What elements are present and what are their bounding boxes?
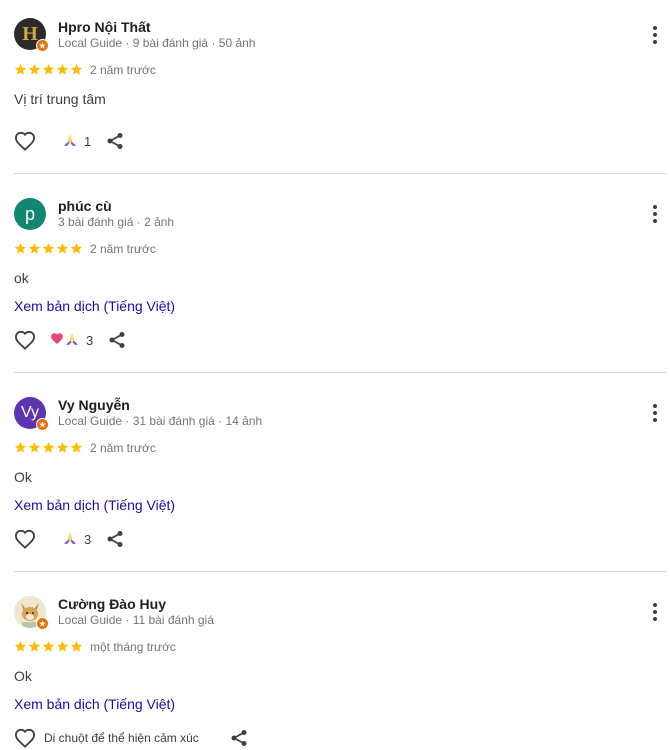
rating-stars <box>14 63 83 76</box>
star-icon <box>70 441 83 453</box>
reviewer-meta: Local Guide · 9 bài đánh giá · 50 ảnh <box>58 36 256 50</box>
heart-reaction-icon <box>50 332 64 348</box>
reaction-summary[interactable]: 1 <box>62 133 91 150</box>
reviewer-meta: Local Guide · 31 bài đánh giá · 14 ảnh <box>58 414 263 428</box>
avatar[interactable]: Vy <box>14 397 49 431</box>
rating-stars <box>14 640 83 653</box>
more-options-icon[interactable] <box>650 204 660 224</box>
reviewer-name[interactable]: Vy Nguyễn <box>58 397 130 413</box>
star-icon <box>56 63 69 75</box>
star-icon <box>14 441 27 453</box>
share-icon[interactable] <box>105 131 125 151</box>
reviewer-name[interactable]: Cường Đào Huy <box>58 596 166 612</box>
reaction-summary[interactable]: 3 <box>62 531 91 548</box>
divider <box>14 173 666 174</box>
star-icon <box>14 242 27 254</box>
star-icon <box>56 242 69 254</box>
avatar-letter: p <box>14 198 46 230</box>
rating-stars <box>14 441 83 454</box>
reviewer-meta: 3 bài đánh giá · 2 ảnh <box>58 215 175 229</box>
like-heart-icon[interactable] <box>14 728 36 748</box>
share-icon[interactable] <box>107 330 127 350</box>
star-icon <box>70 242 83 254</box>
reaction-count: 3 <box>86 332 94 348</box>
reviewer-meta: Local Guide · 11 bài đánh giá <box>58 613 214 627</box>
review-actions: Di chuột để thể hiện cảm xúc <box>14 728 249 748</box>
divider <box>14 372 666 373</box>
translate-link[interactable]: Xem bản dịch (Tiếng Việt) <box>14 298 175 314</box>
translate-link[interactable]: Xem bản dịch (Tiếng Việt) <box>14 696 175 712</box>
star-icon <box>42 441 55 453</box>
avatar[interactable]: p <box>14 198 46 230</box>
review-time: 2 năm trước <box>90 242 156 256</box>
reaction-count: 3 <box>84 531 92 547</box>
translate-link[interactable]: Xem bản dịch (Tiếng Việt) <box>14 497 175 513</box>
avatar[interactable] <box>14 596 49 630</box>
star-icon <box>14 640 27 652</box>
star-icon <box>42 640 55 652</box>
share-icon[interactable] <box>105 529 125 549</box>
reaction-hint: Di chuột để thể hiện cảm xúc <box>44 731 199 745</box>
star-icon <box>70 63 83 75</box>
local-guide-badge-icon <box>36 617 49 630</box>
star-icon <box>42 242 55 254</box>
reaction-count: 1 <box>84 133 92 149</box>
rating-stars <box>14 242 83 255</box>
reviewer-name[interactable]: phúc cù <box>58 198 112 214</box>
reviewer-name[interactable]: Hpro Nội Thất <box>58 19 151 35</box>
review-time: một tháng trước <box>90 640 176 654</box>
praying-hands-icon <box>62 133 78 150</box>
avatar[interactable]: H <box>14 18 49 52</box>
praying-hands-icon <box>62 531 78 548</box>
star-icon <box>56 441 69 453</box>
review-text: Ok <box>14 469 32 485</box>
star-icon <box>28 640 41 652</box>
like-heart-icon[interactable] <box>14 529 36 549</box>
review-text: ok <box>14 270 29 286</box>
star-icon <box>14 63 27 75</box>
local-guide-badge-icon <box>36 418 49 431</box>
star-icon <box>70 640 83 652</box>
review-actions: 1 <box>14 131 125 151</box>
star-icon <box>56 640 69 652</box>
more-options-icon[interactable] <box>650 403 660 423</box>
like-heart-icon[interactable] <box>14 131 36 151</box>
share-icon[interactable] <box>229 728 249 748</box>
reaction-summary[interactable]: 3 <box>50 332 93 349</box>
more-options-icon[interactable] <box>650 602 660 622</box>
star-icon <box>42 63 55 75</box>
star-icon <box>28 441 41 453</box>
review-time: 2 năm trước <box>90 63 156 77</box>
local-guide-badge-icon <box>36 39 49 52</box>
star-icon <box>28 242 41 254</box>
like-heart-icon[interactable] <box>14 330 36 350</box>
review-text: Ok <box>14 668 32 684</box>
review-actions: 3 <box>14 529 125 549</box>
more-options-icon[interactable] <box>650 25 660 45</box>
star-icon <box>28 63 41 75</box>
divider <box>14 571 666 572</box>
review-actions: 3 <box>14 330 127 350</box>
praying-hands-icon <box>64 332 80 349</box>
review-text: Vị trí trung tâm <box>14 91 106 107</box>
review-time: 2 năm trước <box>90 441 156 455</box>
